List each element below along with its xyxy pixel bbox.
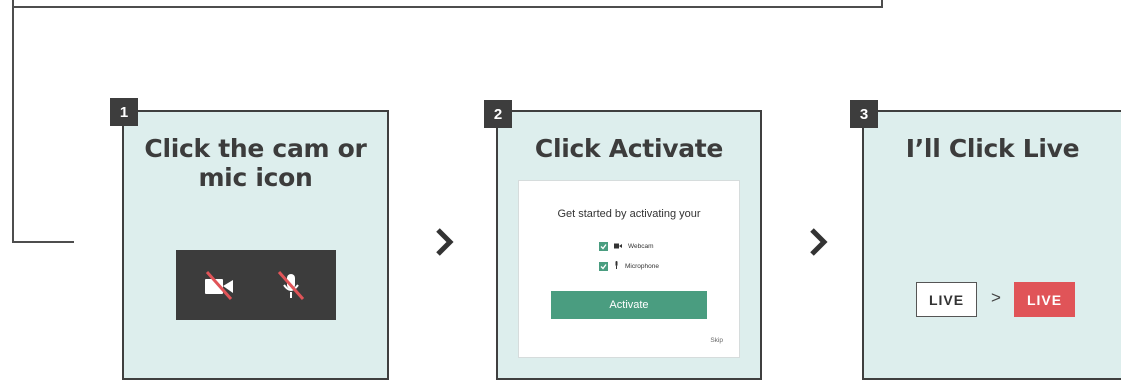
chevron-right-icon [433, 222, 457, 262]
connector-line-bottom [12, 241, 74, 243]
webcam-label: Webcam [628, 243, 654, 250]
microphone-icon [614, 261, 619, 271]
video-icon [614, 243, 622, 251]
activation-dialog: Get started by activating your Webcam Mi… [518, 180, 740, 358]
skip-link[interactable]: Skip [710, 337, 723, 344]
step-2-panel: Click Activate Get started by activating… [496, 110, 762, 380]
webcam-checkbox[interactable] [599, 242, 608, 251]
webcam-option: Webcam [599, 242, 654, 251]
step-2-number: 2 [484, 100, 512, 128]
live-button-active[interactable]: LIVE [1014, 282, 1075, 317]
activate-button[interactable]: Activate [551, 291, 707, 319]
microphone-option: Microphone [599, 261, 659, 271]
microphone-checkbox[interactable] [599, 261, 608, 271]
activation-prompt: Get started by activating your [557, 208, 701, 220]
microphone-off-icon[interactable] [274, 268, 308, 302]
step-3-number: 3 [850, 100, 878, 128]
step-1-title-line2: mic icon [198, 163, 313, 192]
step-1-title-line1: Click the cam or [144, 134, 367, 163]
step-2-title: Click Activate [534, 134, 724, 163]
step-3-panel: I’ll Click Live LIVE > LIVE [862, 110, 1121, 380]
chevron-right-icon [807, 222, 831, 262]
live-button-inactive[interactable]: LIVE [916, 282, 977, 317]
live-transition-arrow: > [991, 288, 1001, 307]
step-1-number: 1 [110, 98, 138, 126]
microphone-label: Microphone [625, 262, 659, 270]
media-controls-bar [176, 250, 336, 320]
step-1-title: Click the cam or mic icon [124, 134, 387, 192]
connector-line-left [12, 6, 14, 243]
step-1-panel: Click the cam or mic icon [122, 110, 389, 380]
connector-line-top [12, 0, 883, 8]
camera-off-icon[interactable] [202, 268, 236, 302]
step-3-title: I’ll Click Live [905, 134, 1080, 163]
